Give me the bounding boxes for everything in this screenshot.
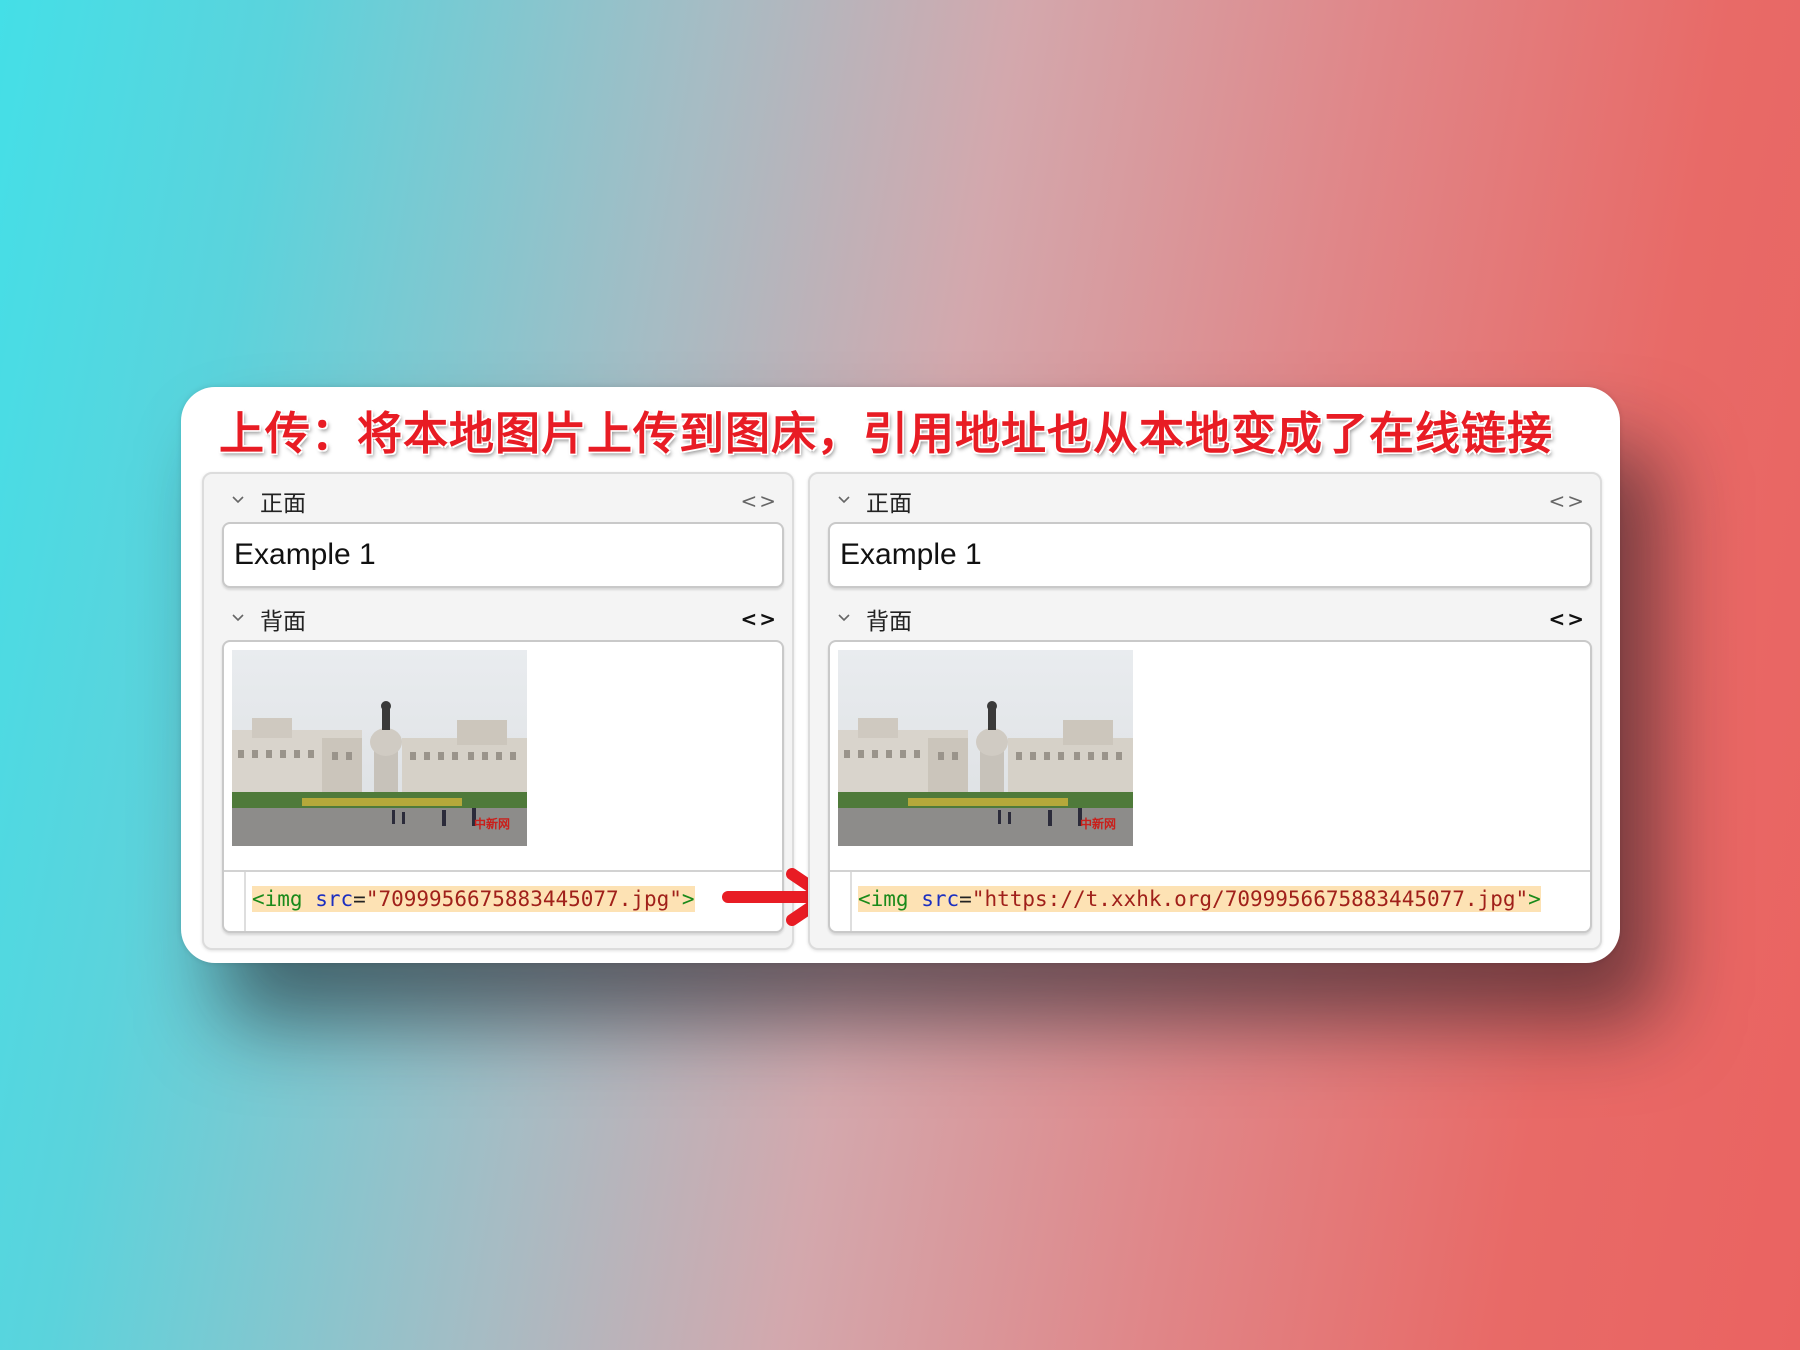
front-field-header[interactable]: 正面 <> xyxy=(232,486,778,517)
editor-before-upload: 正面 <> Example 1 背面 <> 中新网 <img src="7099… xyxy=(202,472,794,950)
chevron-down-icon[interactable] xyxy=(232,496,244,506)
svg-text:中新网: 中新网 xyxy=(1080,816,1116,831)
back-field-editor[interactable]: 中新网 <img src="https://t.xxhk.org/7099956… xyxy=(828,640,1592,933)
back-field-editor[interactable]: 中新网 <img src="7099956675883445077.jpg"> xyxy=(222,640,784,933)
back-field-header[interactable]: 背面 <> xyxy=(838,604,1586,635)
svg-text:中新网: 中新网 xyxy=(474,816,510,831)
front-field-input[interactable]: Example 1 xyxy=(222,522,784,588)
code-brackets-icon[interactable]: <> xyxy=(1548,607,1586,631)
back-field-label: 背面 xyxy=(866,609,912,635)
back-field-header[interactable]: 背面 <> xyxy=(232,604,778,635)
plaza-photo: 中新网 xyxy=(838,650,1133,846)
chevron-down-icon[interactable] xyxy=(232,614,244,624)
editor-after-upload: 正面 <> Example 1 背面 <> 中新网 <img src="http… xyxy=(808,472,1602,950)
headline: 上传：将本地图片上传到图床，引用地址也从本地变成了在线链接 xyxy=(219,407,1554,460)
front-field-input[interactable]: Example 1 xyxy=(828,522,1592,588)
comparison-card: 上传：将本地图片上传到图床，引用地址也从本地变成了在线链接 正面 <> Exam… xyxy=(181,387,1620,963)
html-source-editor[interactable]: <img src="https://t.xxhk.org/70999566758… xyxy=(830,870,1590,931)
line-gutter xyxy=(850,872,852,931)
chevron-down-icon[interactable] xyxy=(838,614,850,624)
plaza-photo: 中新网 xyxy=(232,650,527,846)
front-field-label: 正面 xyxy=(866,491,912,517)
back-field-label: 背面 xyxy=(260,609,306,635)
code-line[interactable]: <img src="7099956675883445077.jpg"> xyxy=(252,886,695,912)
front-field-label: 正面 xyxy=(260,491,306,517)
front-field-header[interactable]: 正面 <> xyxy=(838,486,1586,517)
code-brackets-icon[interactable]: <> xyxy=(740,607,778,631)
line-gutter xyxy=(244,872,246,931)
code-brackets-icon[interactable]: <> xyxy=(740,489,778,513)
chevron-down-icon[interactable] xyxy=(838,496,850,506)
html-source-editor[interactable]: <img src="7099956675883445077.jpg"> xyxy=(224,870,782,931)
code-line[interactable]: <img src="https://t.xxhk.org/70999566758… xyxy=(858,886,1541,912)
code-brackets-icon[interactable]: <> xyxy=(1548,489,1586,513)
